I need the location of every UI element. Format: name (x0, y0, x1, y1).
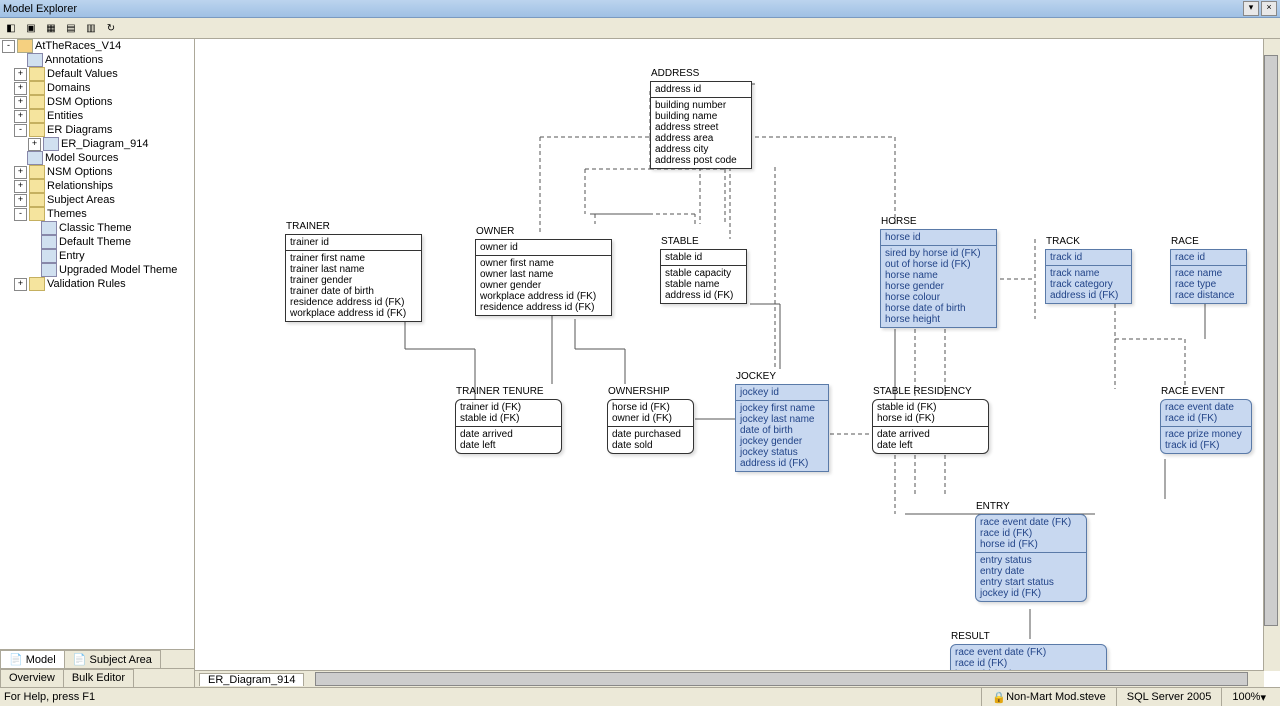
toolbar-btn-6[interactable]: ↻ (102, 19, 120, 37)
tree-item[interactable]: -ER Diagrams (0, 123, 194, 137)
window-title: Model Explorer (3, 3, 1241, 15)
entity-track[interactable]: TRACK track id track name track category… (1045, 249, 1132, 304)
panel-tabs-bottom: Overview Bulk Editor (0, 668, 194, 687)
entity-ownership[interactable]: OWNERSHIP horse id (FK) owner id (FK) da… (607, 399, 694, 454)
tree-item[interactable]: +Validation Rules (0, 277, 194, 291)
toolbar-btn-3[interactable]: ▦ (42, 19, 60, 37)
entity-trainer[interactable]: TRAINER trainer id trainer first name tr… (285, 234, 422, 322)
close-button[interactable]: × (1261, 1, 1277, 16)
tree-item[interactable]: +Subject Areas (0, 193, 194, 207)
entity-stable[interactable]: STABLE stable id stable capacity stable … (660, 249, 747, 304)
entity-race-event[interactable]: RACE EVENT race event date race id (FK) … (1160, 399, 1252, 454)
tab-bulk-editor[interactable]: Bulk Editor (63, 669, 134, 687)
status-bar: For Help, press F1 🔒 Non-Mart Mod. steve… (0, 687, 1280, 706)
entity-horse[interactable]: HORSE horse id sired by horse id (FK) ou… (880, 229, 997, 328)
explorer-toolbar: ◧ ▣ ▦ ▤ ▥ ↻ (0, 18, 1280, 39)
entity-jockey[interactable]: JOCKEY jockey id jockey first name jocke… (735, 384, 829, 472)
tree-item[interactable]: +DSM Options (0, 95, 194, 109)
tree-item[interactable]: +NSM Options (0, 165, 194, 179)
toolbar-btn-5[interactable]: ▥ (82, 19, 100, 37)
panel-tabs-top: 📄 Model 📄 Subject Area (0, 649, 194, 668)
status-mode: 🔒 Non-Mart Mod. steve (981, 688, 1115, 706)
tree-item[interactable]: Model Sources (0, 151, 194, 165)
pin-button[interactable]: ▾ (1243, 1, 1259, 16)
tree-item[interactable]: +Relationships (0, 179, 194, 193)
model-explorer-title-bar: Model Explorer ▾ × (0, 0, 1280, 18)
entity-address[interactable]: ADDRESS address id building number build… (650, 81, 752, 169)
tree-item[interactable]: -Themes (0, 207, 194, 221)
tree-item[interactable]: +Entities (0, 109, 194, 123)
tree-item[interactable]: Classic Theme (0, 221, 194, 235)
entity-owner[interactable]: OWNER owner id owner first name owner la… (475, 239, 612, 316)
tab-model[interactable]: 📄 Model (0, 650, 65, 668)
tree-item[interactable]: Entry (0, 249, 194, 263)
tree-item[interactable]: +Default Values (0, 67, 194, 81)
status-server: SQL Server 2005 (1116, 688, 1222, 706)
tree-item[interactable]: Default Theme (0, 235, 194, 249)
entity-trainer-tenure[interactable]: TRAINER TENURE trainer id (FK) stable id… (455, 399, 562, 454)
tree-item[interactable]: +ER_Diagram_914 (0, 137, 194, 151)
status-zoom[interactable]: 100% ▾ (1221, 688, 1276, 706)
tab-subject-area[interactable]: 📄 Subject Area (64, 650, 161, 668)
entity-stable-residency[interactable]: STABLE RESIDENCY stable id (FK) horse id… (872, 399, 989, 454)
diagram-canvas[interactable]: ADDRESS address id building number build… (195, 39, 1280, 687)
model-tree[interactable]: -AtTheRaces_V14Annotations+Default Value… (0, 39, 195, 649)
tree-item[interactable]: Upgraded Model Theme (0, 263, 194, 277)
status-help: For Help, press F1 (4, 691, 95, 703)
toolbar-btn-2[interactable]: ▣ (22, 19, 40, 37)
entity-race[interactable]: RACE race id race name race type race di… (1170, 249, 1247, 304)
tree-item[interactable]: Annotations (0, 53, 194, 67)
tree-item[interactable]: -AtTheRaces_V14 (0, 39, 194, 53)
tree-item[interactable]: +Domains (0, 81, 194, 95)
vertical-scrollbar[interactable] (1263, 39, 1280, 671)
entity-entry[interactable]: ENTRY race event date (FK) race id (FK) … (975, 514, 1087, 602)
toolbar-btn-4[interactable]: ▤ (62, 19, 80, 37)
tab-overview[interactable]: Overview (0, 669, 64, 687)
toolbar-btn-1[interactable]: ◧ (2, 19, 20, 37)
doc-tab-diagram[interactable]: ER_Diagram_914 (199, 673, 304, 686)
horizontal-scrollbar[interactable]: ER_Diagram_914 (195, 670, 1264, 687)
